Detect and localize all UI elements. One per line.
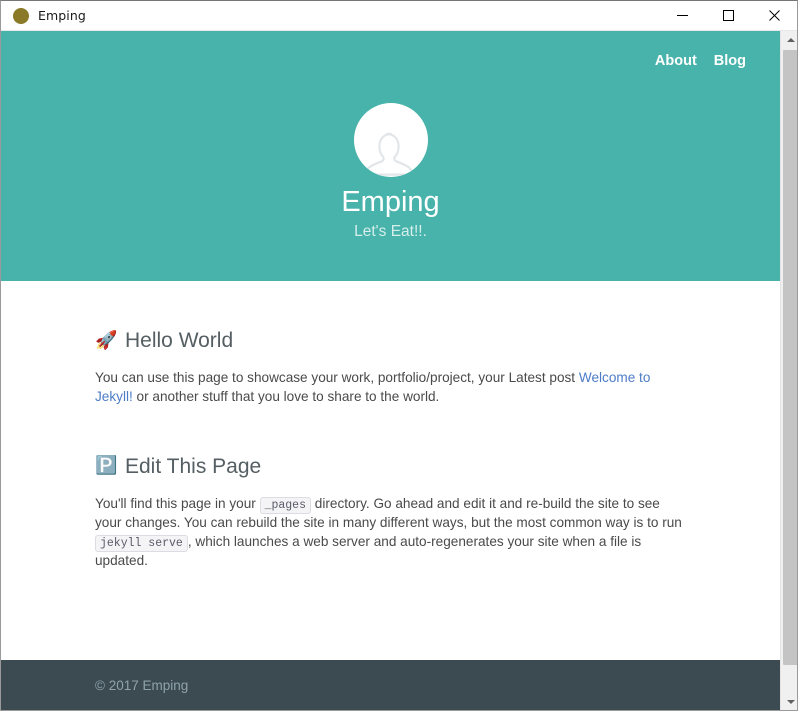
post-title-text: Edit This Page (125, 454, 262, 478)
window-titlebar: Emping (1, 1, 797, 31)
site-header: About Blog Emping Let's Eat!!. (1, 31, 780, 281)
scroll-down-arrow (786, 700, 795, 704)
vertical-scrollbar[interactable] (780, 31, 797, 710)
web-page: About Blog Emping Let's Eat!!. 🚀 Hello W… (1, 31, 780, 710)
site-navigation: About Blog (655, 53, 746, 69)
avatar (353, 103, 428, 177)
nav-link-blog[interactable]: Blog (714, 53, 746, 69)
rocket-icon: 🚀 (95, 329, 118, 350)
window-title: Emping (38, 8, 86, 23)
post-body: You'll find this page in your _pages dir… (95, 495, 686, 571)
code-pages: _pages (259, 496, 311, 514)
code-jekyll-serve: jekyll serve (95, 534, 188, 552)
page-content: 🚀 Hello World You can use this page to s… (1, 281, 780, 571)
post-text: You'll find this page in your (95, 495, 260, 511)
scrollbar-thumb[interactable] (783, 50, 797, 665)
post-title-text: Hello World (125, 329, 234, 352)
minimize-button[interactable] (659, 1, 705, 31)
post-text: You can use this page to showcase your w… (95, 370, 579, 385)
post-title: 🅿️ Edit This Page (95, 407, 686, 479)
post-text: or another stuff that you love to share … (132, 388, 440, 404)
parking-p-icon: 🅿️ (95, 455, 118, 476)
scroll-up-arrow (786, 38, 795, 42)
window-controls (659, 1, 797, 31)
scroll-down-button[interactable] (781, 693, 797, 710)
app-circle-icon (13, 7, 29, 24)
post-edit-this-page: 🅿️ Edit This Page You'll find this page … (95, 407, 686, 571)
post-title: 🚀 Hello World (95, 281, 686, 353)
close-button[interactable] (751, 1, 797, 31)
person-silhouette-icon (364, 132, 414, 176)
site-title: Emping (341, 186, 440, 218)
maximize-button[interactable] (705, 1, 751, 31)
nav-link-about[interactable]: About (655, 53, 697, 69)
scroll-up-button[interactable] (781, 31, 797, 49)
site-footer: © 2017 Emping (1, 660, 780, 710)
post-body: You can use this page to showcase your w… (95, 369, 686, 407)
footer-copyright: © 2017 Emping (95, 678, 189, 693)
app-window: Emping About Blog Emping Let's Eat!!. 🚀 … (0, 0, 798, 711)
browser-viewport: About Blog Emping Let's Eat!!. 🚀 Hello W… (1, 31, 797, 710)
site-tagline: Let's Eat!!. (354, 223, 427, 240)
avatar-circle (353, 103, 428, 177)
post-hello-world: 🚀 Hello World You can use this page to s… (95, 281, 686, 407)
